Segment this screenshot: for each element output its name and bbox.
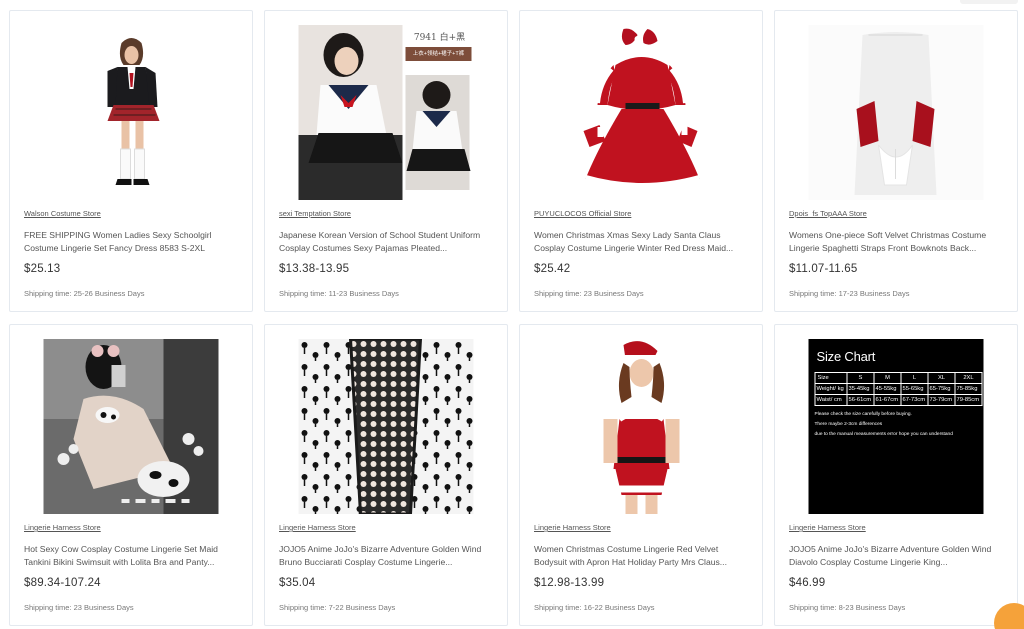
product-image[interactable] [553,339,729,514]
store-link[interactable]: sexi Temptation Store [279,209,351,218]
product-image[interactable] [43,25,219,200]
product-grid: Walson Costume Store FREE SHIPPING Women… [9,10,1018,626]
schoolgirl-costume-photo [43,25,219,200]
product-price: $25.42 [534,263,571,275]
product-title[interactable]: Hot Sexy Cow Cosplay Costume Lingerie Se… [24,543,240,569]
size-chart-cell: 79-85cm [954,394,983,406]
shipping-time: Shipping time: 11-23 Business Days [279,289,399,298]
size-chart-cell: 56-61cm [846,394,875,406]
product-image[interactable]: 7941 白+黑 上衣+领结+裙子+T裤 [298,25,474,200]
velvet-costume-photo [808,25,984,200]
size-chart-cell: XL [927,372,956,384]
size-chart-row: Waist/ cm 56-61cm 61-67cm 67-73cm 73-79c… [814,394,983,406]
size-chart-cell: 67-73cm [900,394,929,406]
product-title[interactable]: Womens One-piece Soft Velvet Christmas C… [789,229,1005,255]
product-card[interactable]: Walson Costume Store FREE SHIPPING Women… [9,10,253,312]
size-chart-cell: 45-55kg [873,383,902,395]
product-title[interactable]: Women Christmas Xmas Sexy Lady Santa Cla… [534,229,750,255]
top-right-chip [960,0,1018,4]
size-chart-image: Size Chart Size S M L XL 2XL Weight/ kg … [808,339,984,514]
product-card[interactable]: Lingerie Harness Store Women Christmas C… [519,324,763,626]
store-link[interactable]: Lingerie Harness Store [24,523,101,532]
product-card[interactable]: 7941 白+黑 上衣+领结+裙子+T裤 sexi Temptation Sto… [264,10,508,312]
product-title[interactable]: Japanese Korean Version of School Studen… [279,229,495,255]
size-chart-row: Weight/ kg 35-45kg 45-55kg 55-65kg 65-75… [814,383,983,395]
product-price: $25.13 [24,263,61,275]
store-link[interactable]: PUYUCLOCOS Official Store [534,209,631,218]
size-chart-note: Please check the size carefully before b… [814,412,912,417]
size-chart-table: Size S M L XL 2XL Weight/ kg 35-45kg 45-… [814,372,983,406]
shipping-time: Shipping time: 25-26 Business Days [24,289,145,298]
product-price: $13.38-13.95 [279,263,350,275]
size-chart-note: due to the manual measurements error hop… [814,432,953,437]
size-chart-cell: 75-85kg [954,383,983,395]
image-caption: 7941 白+黑 [413,33,466,43]
cow-cosplay-photo [43,339,219,514]
size-chart-cell: S [846,372,875,384]
red-velvet-bodysuit-photo [553,339,729,514]
size-chart-cell: Size [814,372,848,384]
product-card[interactable]: Lingerie Harness Store Hot Sexy Cow Cosp… [9,324,253,626]
product-title[interactable]: JOJO5 Anime JoJo's Bizarre Adventure Gol… [789,543,1005,569]
shipping-time: Shipping time: 23 Business Days [24,603,134,612]
product-price: $35.04 [279,577,316,589]
product-card[interactable]: Dpois_fs TopAAA Store Womens One-piece S… [774,10,1018,312]
size-chart-cell: 61-67cm [873,394,902,406]
shipping-time: Shipping time: 23 Business Days [534,289,644,298]
product-card[interactable]: Size Chart Size S M L XL 2XL Weight/ kg … [774,324,1018,626]
store-link[interactable]: Lingerie Harness Store [789,523,866,532]
size-chart-cell: 55-65kg [900,383,929,395]
product-image[interactable] [43,339,219,514]
store-link[interactable]: Lingerie Harness Store [534,523,611,532]
shipping-time: Shipping time: 7-22 Business Days [279,603,396,612]
image-caption: 上衣+领结+裙子+T裤 [412,51,465,57]
product-image[interactable] [298,339,474,514]
size-chart-cell: 65-75kg [927,383,956,395]
product-image[interactable] [553,25,729,200]
size-chart-cell: L [900,372,929,384]
product-price: $89.34-107.24 [24,577,101,589]
size-chart-cell: Weight/ kg [814,383,848,395]
store-link[interactable]: Walson Costume Store [24,209,101,218]
product-title[interactable]: Women Christmas Costume Lingerie Red Vel… [534,543,750,569]
product-price: $11.07-11.65 [789,263,858,275]
store-link[interactable]: Dpois_fs TopAAA Store [789,209,867,218]
shipping-time: Shipping time: 16-22 Business Days [534,603,655,612]
size-chart-cell: M [873,372,902,384]
product-price: $46.99 [789,577,826,589]
product-title[interactable]: FREE SHIPPING Women Ladies Sexy Schoolgi… [24,229,240,255]
zipper-pattern-lace-photo [298,339,474,514]
size-chart-note: There maybe 2-3cm differences [814,422,883,427]
santa-dress-photo [553,25,729,200]
product-image[interactable]: Size Chart Size S M L XL 2XL Weight/ kg … [808,339,984,514]
product-price: $12.98-13.99 [534,577,605,589]
product-card[interactable]: PUYUCLOCOS Official Store Women Christma… [519,10,763,312]
size-chart-cell: Waist/ cm [814,394,848,406]
size-chart-cell: 2XL [954,372,983,384]
product-card[interactable]: Lingerie Harness Store JOJO5 Anime JoJo'… [264,324,508,626]
shipping-time: Shipping time: 8-23 Business Days [789,603,906,612]
product-image[interactable] [808,25,984,200]
product-title[interactable]: JOJO5 Anime JoJo's Bizarre Adventure Gol… [279,543,495,569]
size-chart-title: Size Chart [816,349,876,364]
shipping-time: Shipping time: 17-23 Business Days [789,289,910,298]
size-chart-cell: 73-79cm [927,394,956,406]
store-link[interactable]: Lingerie Harness Store [279,523,356,532]
size-chart-cell: 35-45kg [846,383,875,395]
size-chart-header-row: Size S M L XL 2XL [814,372,983,384]
